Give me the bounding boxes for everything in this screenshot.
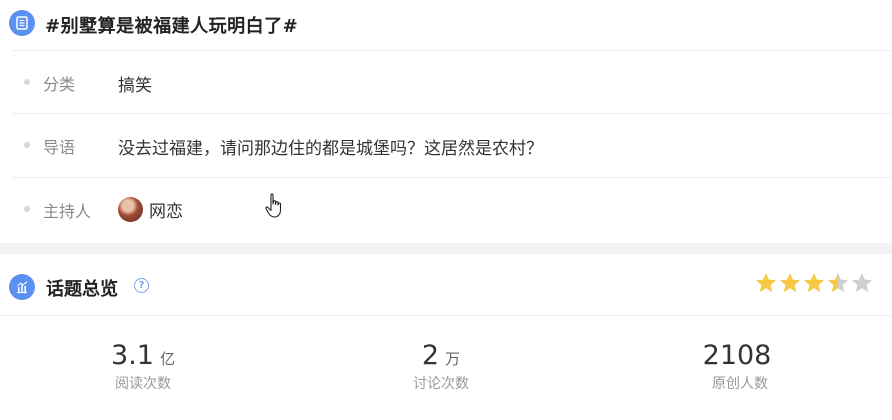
chart-icon: [9, 274, 35, 300]
host-label: 主持人: [43, 202, 92, 221]
stat-caption: 阅读次数: [115, 376, 171, 392]
list-icon: [9, 10, 35, 36]
bullet-dot: [24, 206, 30, 212]
host-link[interactable]: 网恋: [118, 197, 183, 222]
stat-unit: 亿: [159, 350, 175, 368]
category-value[interactable]: 搞笑: [118, 71, 152, 96]
overview-title: 话题总览: [46, 279, 118, 300]
stat-value: 3.1: [111, 340, 154, 371]
stat-caption: 原创人数: [712, 376, 768, 392]
help-icon[interactable]: ?: [134, 278, 149, 293]
stat-value: 2108: [702, 340, 772, 371]
intro-value: 没去过福建，请问那边住的都是城堡吗？这居然是农村？: [118, 139, 543, 159]
topic-title: #别墅算是被福建人玩明白了#: [45, 16, 299, 37]
star-full-icon: [804, 273, 824, 292]
intro-row: 导语 没去过福建，请问那边住的都是城堡吗？这居然是农村？: [12, 113, 892, 177]
category-label: 分类: [43, 75, 76, 94]
avatar[interactable]: [118, 197, 143, 222]
stat-value: 2: [421, 340, 440, 371]
topic-header: #别墅算是被福建人玩明白了#: [0, 0, 892, 50]
host-name[interactable]: 网恋: [149, 197, 183, 222]
category-row: 分类 搞笑: [12, 50, 892, 114]
star-full-icon: [780, 273, 800, 292]
star-empty-icon: [852, 273, 872, 292]
host-row: 主持人 网恋: [12, 177, 892, 241]
stat-unit: 万: [445, 350, 461, 368]
overview-card: 话题总览 ? 3.1 亿 阅读次数 2万 讨论次数 2108 原创人数: [0, 254, 892, 420]
stat-caption: 讨论次数: [413, 376, 469, 392]
bullet-dot: [24, 79, 30, 85]
topic-card: #别墅算是被福建人玩明白了# 分类 搞笑 导语 没去过福建，请问那边住的都是城堡…: [0, 0, 892, 243]
stat-original-authors: 2108 原创人数: [640, 340, 840, 393]
bullet-dot: [24, 142, 30, 148]
intro-label: 导语: [43, 138, 76, 157]
stat-reads: 3.1 亿 阅读次数: [43, 340, 243, 393]
hand-pointer-icon: [265, 193, 285, 223]
star-full-icon: [756, 273, 776, 292]
star-half-icon: [828, 273, 848, 292]
rating-stars: [754, 271, 874, 295]
stat-discussions: 2万 讨论次数: [341, 340, 541, 393]
overview-header: 话题总览 ?: [0, 254, 892, 316]
